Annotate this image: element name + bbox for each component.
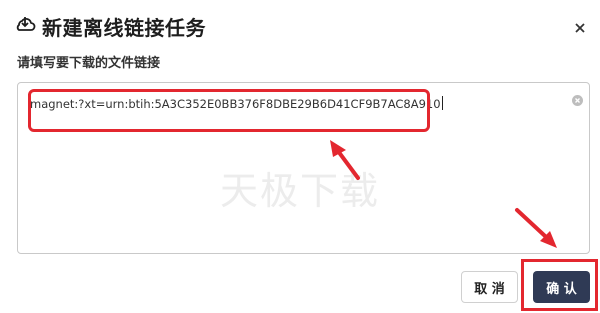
clear-input-icon[interactable] [572, 91, 583, 106]
dialog-header: 新建离线链接任务 [14, 12, 206, 40]
text-cursor [441, 96, 443, 110]
cancel-button[interactable]: 取 消 [461, 271, 518, 303]
input-highlight-box [28, 89, 430, 132]
close-icon[interactable] [572, 20, 588, 36]
confirm-highlight-box [521, 259, 598, 311]
cloud-download-icon [14, 15, 36, 37]
dialog-title: 新建离线链接任务 [42, 15, 206, 40]
dialog-subtitle: 请填写要下载的文件链接 [17, 56, 161, 71]
new-offline-task-dialog: 新建离线链接任务 请填写要下载的文件链接 magnet:?xt=urn:btih… [0, 0, 600, 313]
